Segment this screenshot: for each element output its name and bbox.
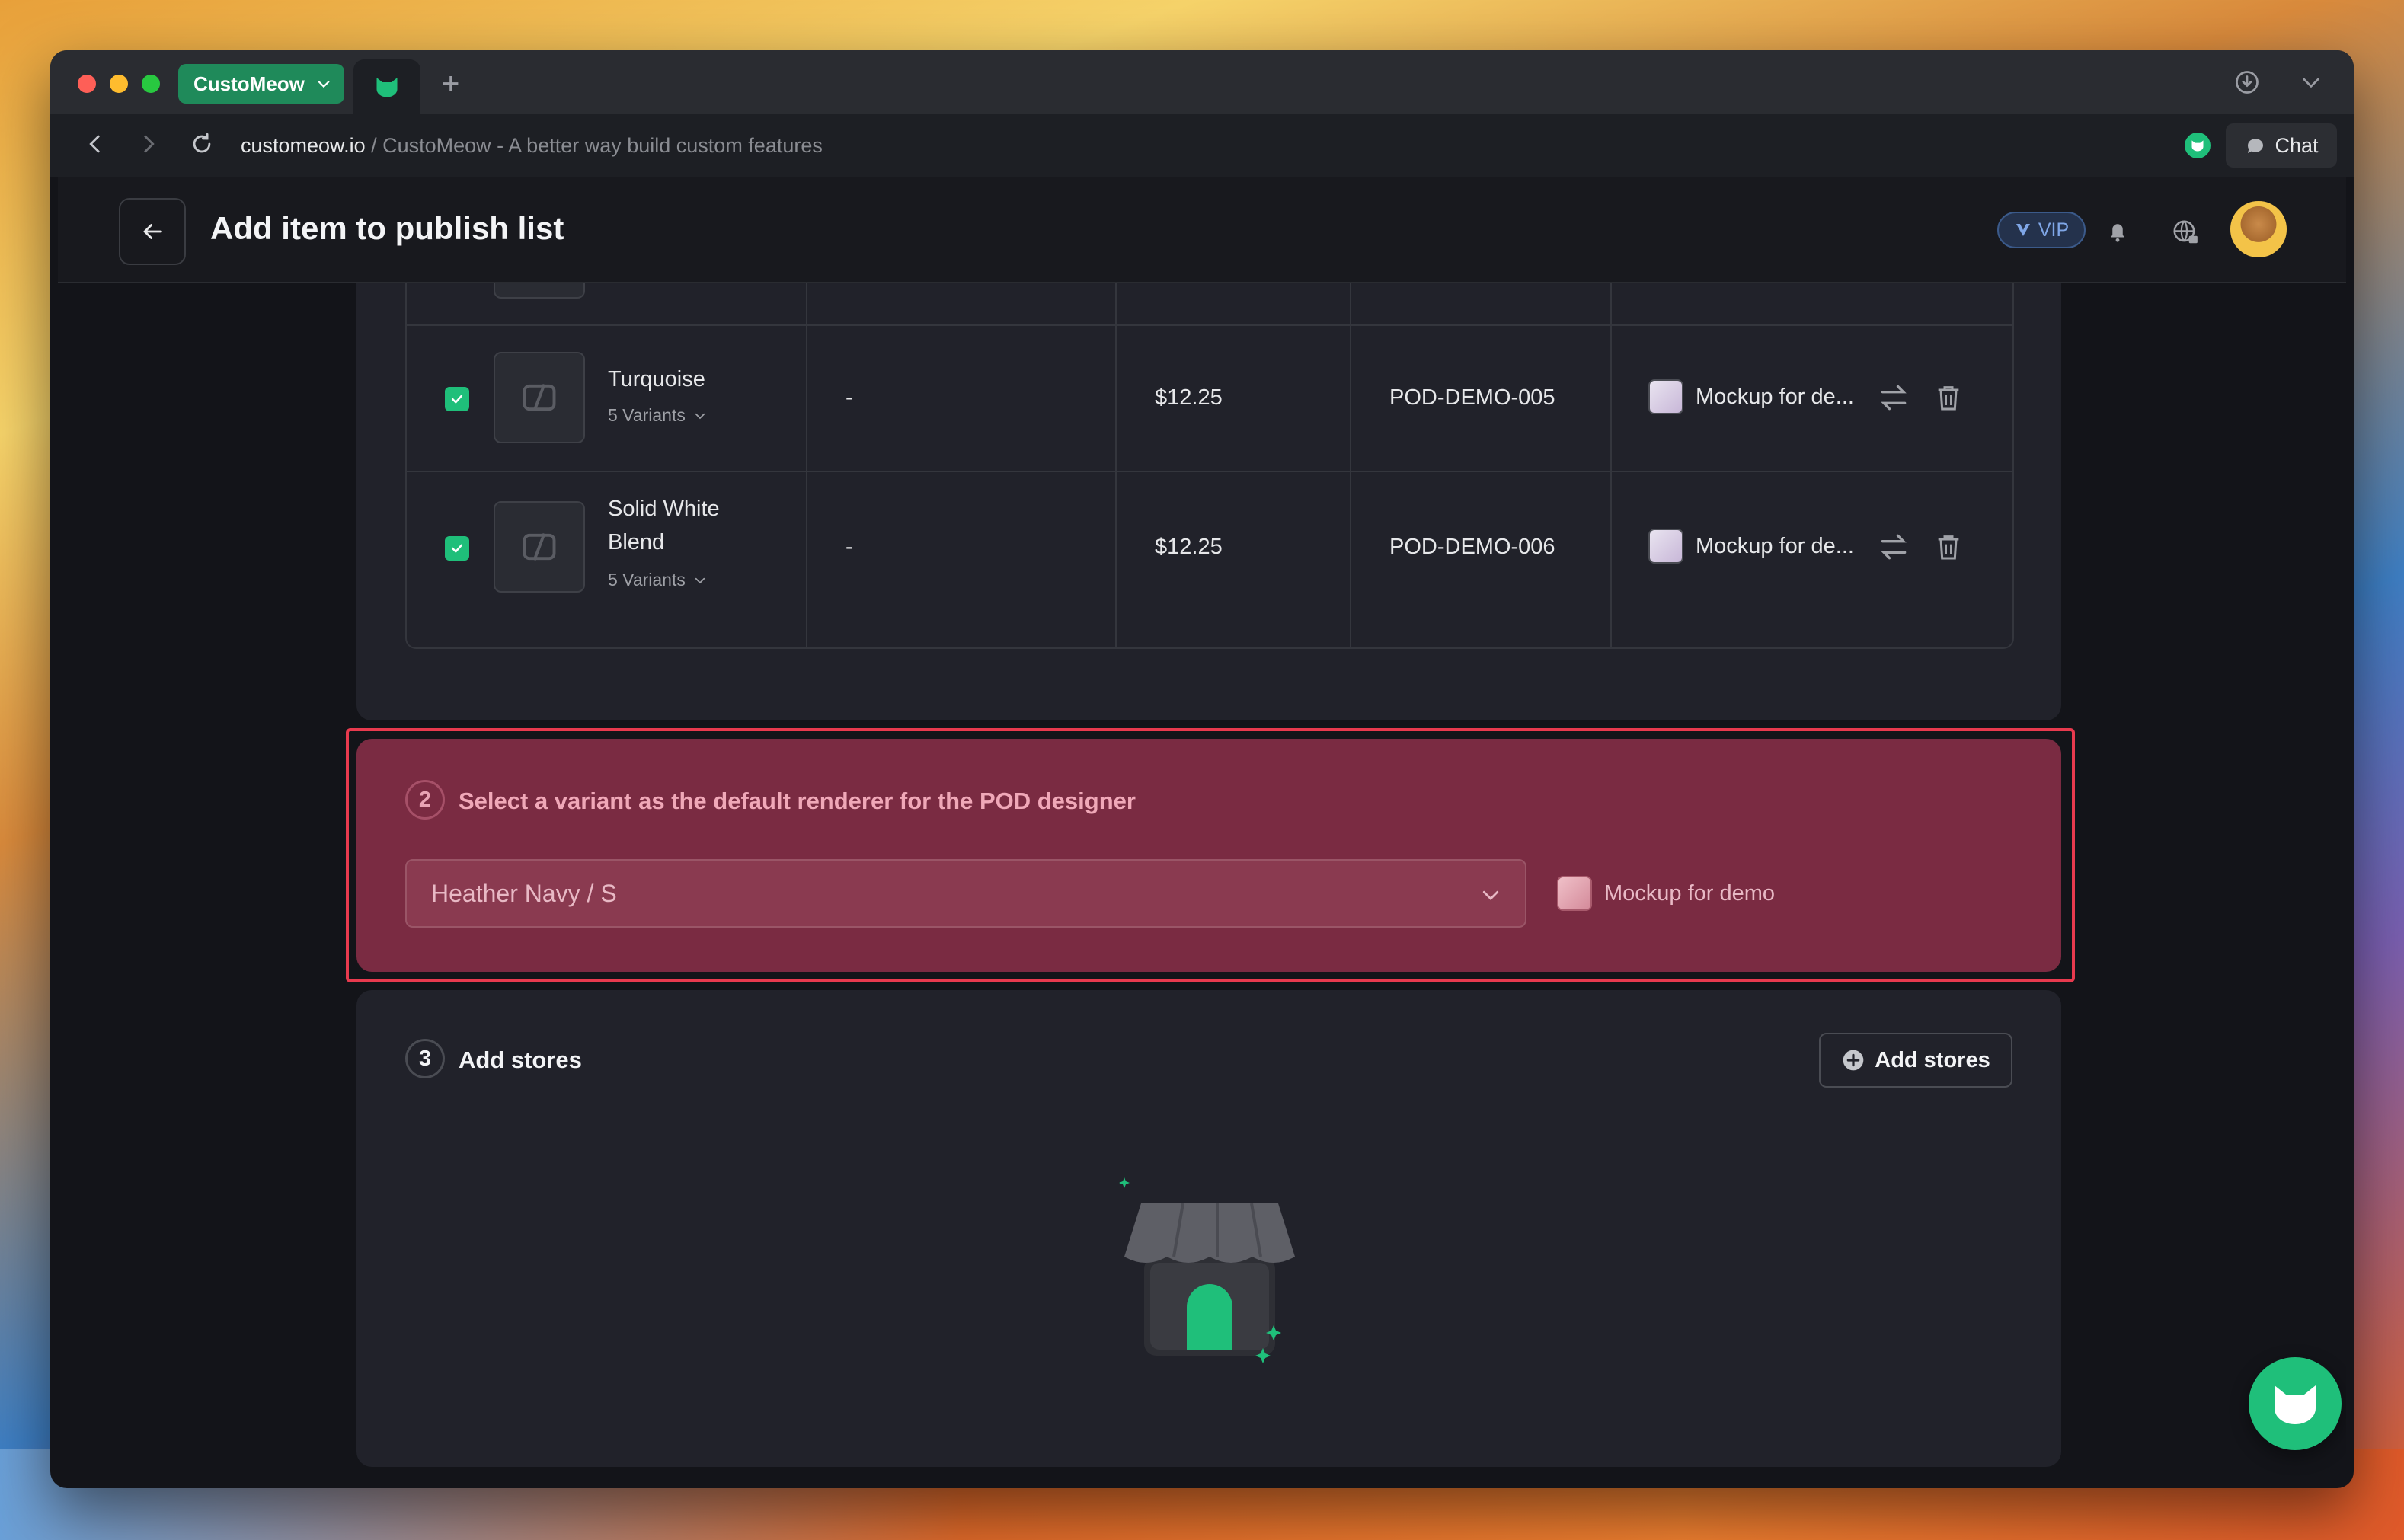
chevron-down-icon	[695, 413, 705, 419]
browser-window: CustoMeow + customeow.io / CustoMeow - A…	[50, 50, 2354, 1488]
mockup-thumbnail	[1557, 876, 1592, 911]
table-row: Solid White Blend 5 Variants - $12.25 PO…	[407, 472, 2012, 649]
v-logo-icon	[2016, 224, 2030, 236]
variants-table: Turquoise 5 Variants - $12.25 POD-DEMO-0…	[405, 283, 2014, 649]
mockup-name: Mockup for de...	[1696, 533, 1854, 558]
mockup-cell: Mockup for de...	[1648, 379, 1854, 414]
minimize-window-button[interactable]	[110, 75, 128, 93]
variants-toggle[interactable]: 5 Variants	[608, 570, 707, 590]
page-title: Add item to publish list	[210, 210, 564, 246]
product-name-line2: Blend	[608, 530, 665, 554]
default-mockup: Mockup for demo	[1557, 876, 1775, 911]
row-checkbox[interactable]	[445, 536, 469, 561]
variants-count: 5 Variants	[608, 405, 686, 425]
chevron-down-icon	[695, 577, 705, 583]
trash-icon[interactable]	[1933, 381, 1964, 418]
chat-button[interactable]: Chat	[2226, 123, 2337, 168]
variants-card: Turquoise 5 Variants - $12.25 POD-DEMO-0…	[356, 283, 2061, 720]
checkmark-icon	[451, 544, 463, 553]
address-bar: customeow.io / CustoMeow - A better way …	[50, 114, 2354, 177]
cell-sku: POD-DEMO-006	[1389, 535, 1555, 559]
cell-price: $12.25	[1155, 535, 1223, 559]
row-checkbox[interactable]	[445, 387, 469, 411]
table-row: Turquoise 5 Variants - $12.25 POD-DEMO-0…	[407, 326, 2012, 472]
globe-icon[interactable]	[2171, 218, 2200, 251]
tab-customeow[interactable]	[353, 59, 420, 114]
space-name: CustoMeow	[193, 72, 305, 95]
plus-circle-icon	[1843, 1050, 1864, 1071]
step-title: Add stores	[459, 1046, 582, 1073]
mockup-name: Mockup for de...	[1696, 384, 1854, 409]
cat-logo-icon	[2275, 1385, 2316, 1424]
table-row	[407, 283, 2012, 326]
arrow-left-icon	[143, 224, 162, 239]
product-thumbnail	[494, 283, 585, 299]
support-chat-button[interactable]	[2249, 1357, 2342, 1450]
product-thumbnail	[494, 501, 585, 593]
variants-toggle[interactable]: 5 Variants	[608, 405, 707, 426]
cat-logo-icon	[376, 78, 398, 97]
variants-count: 5 Variants	[608, 570, 686, 589]
mockup-thumbnail	[1648, 529, 1683, 564]
bell-icon[interactable]	[2104, 218, 2131, 249]
add-stores-card: 3 Add stores Add stores	[356, 990, 2061, 1467]
new-tab-button[interactable]: +	[442, 65, 459, 102]
chat-label: Chat	[2275, 133, 2319, 157]
product-name: Solid White	[608, 497, 720, 521]
chevron-down-icon	[1482, 890, 1499, 900]
chevron-down-icon	[318, 81, 330, 88]
checkmark-icon	[451, 395, 463, 404]
selected-variant: Heather Navy / S	[431, 879, 617, 907]
mockup-cell: Mockup for de...	[1648, 529, 1854, 564]
back-button[interactable]	[119, 198, 186, 265]
cell-price: $12.25	[1155, 385, 1223, 410]
swap-icon[interactable]	[1877, 530, 1910, 567]
product-thumbnail	[494, 352, 585, 443]
no-image-icon	[523, 383, 556, 412]
add-stores-label: Add stores	[1875, 1047, 1990, 1072]
product-name: Turquoise	[608, 367, 705, 391]
close-window-button[interactable]	[78, 75, 96, 93]
app-header: Add item to publish list VIP	[58, 177, 2346, 283]
mockup-name: Mockup for demo	[1604, 880, 1776, 906]
trash-icon[interactable]	[1933, 530, 1964, 567]
maximize-window-button[interactable]	[142, 75, 160, 93]
main-content: Turquoise 5 Variants - $12.25 POD-DEMO-0…	[58, 283, 2346, 1479]
step-number: 2	[405, 780, 445, 820]
space-switcher[interactable]: CustoMeow	[178, 64, 344, 104]
reload-icon[interactable]	[189, 131, 215, 163]
download-icon[interactable]	[2233, 69, 2261, 100]
forward-nav-icon[interactable]	[136, 131, 161, 163]
chat-bubble-icon	[2248, 139, 2264, 153]
tab-bar: CustoMeow +	[50, 50, 2354, 114]
vip-badge[interactable]: VIP	[1997, 212, 2086, 248]
mockup-thumbnail	[1648, 379, 1683, 414]
no-image-icon	[523, 532, 556, 561]
cell-sku: POD-DEMO-005	[1389, 385, 1555, 410]
extension-icon[interactable]	[2185, 133, 2211, 158]
add-stores-button[interactable]: Add stores	[1819, 1033, 2012, 1088]
cell-col2: -	[846, 535, 853, 559]
vip-label: VIP	[2038, 219, 2070, 241]
store-illustration-icon	[1119, 1177, 1295, 1363]
url-field[interactable]: customeow.io / CustoMeow - A better way …	[241, 134, 823, 158]
default-renderer-card: 2 Select a variant as the default render…	[356, 739, 2061, 972]
swap-icon[interactable]	[1877, 381, 1910, 418]
url-path: / CustoMeow - A better way build custom …	[365, 134, 823, 157]
user-avatar[interactable]	[2230, 201, 2287, 257]
cell-col2: -	[846, 385, 853, 410]
step-number: 3	[405, 1039, 445, 1078]
back-nav-icon[interactable]	[82, 131, 108, 163]
step-title: Select a variant as the default renderer…	[459, 788, 1136, 814]
variant-select[interactable]: Heather Navy / S	[405, 859, 1526, 928]
url-domain: customeow.io	[241, 134, 366, 157]
tab-list-chevron-icon[interactable]	[2299, 69, 2323, 100]
